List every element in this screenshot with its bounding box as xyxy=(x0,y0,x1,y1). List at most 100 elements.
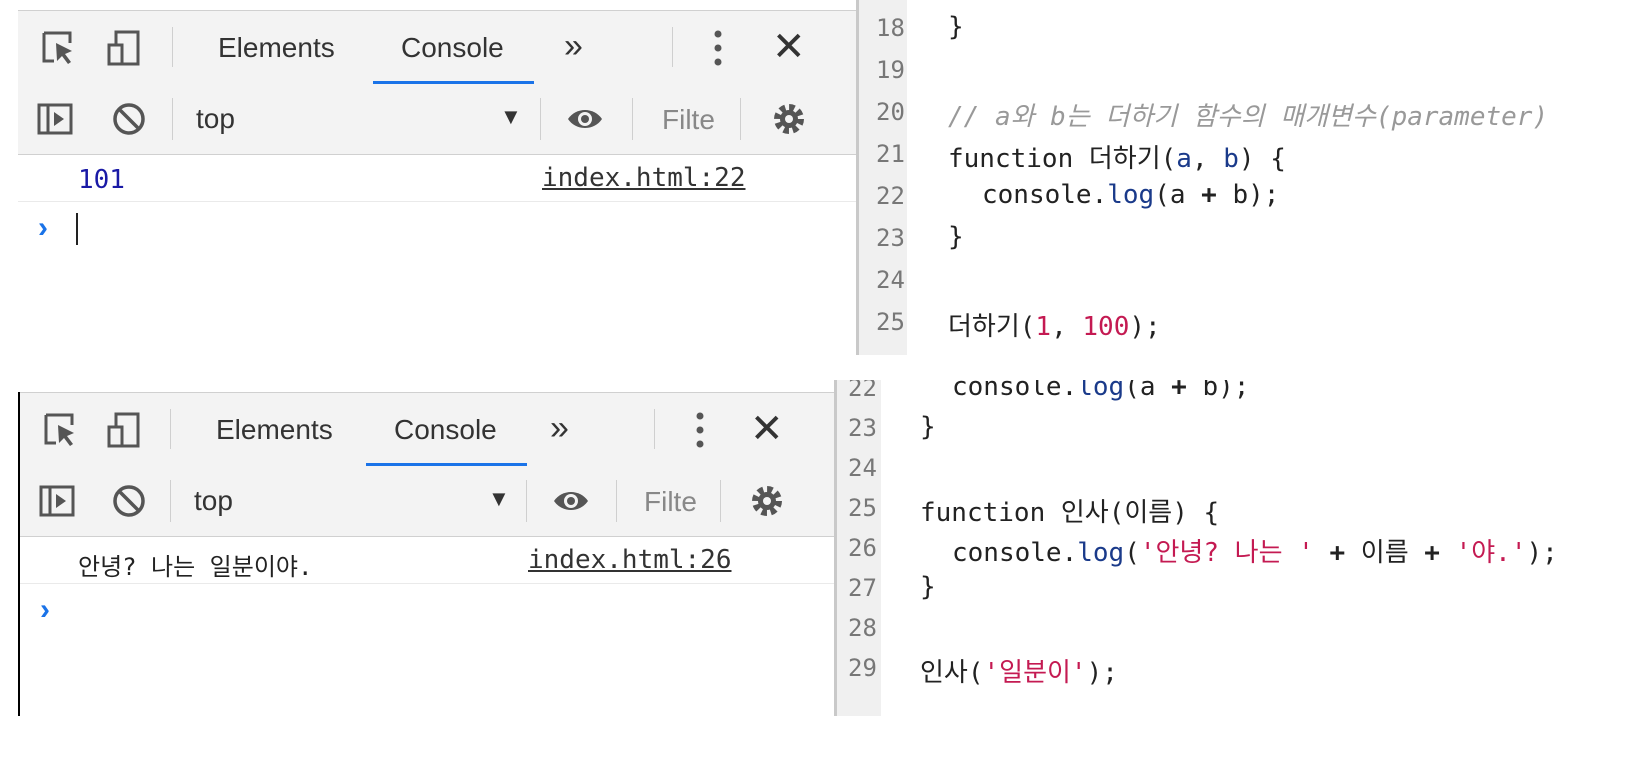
tab-elements[interactable]: Elements xyxy=(218,11,335,84)
live-expression-eye-icon[interactable] xyxy=(566,100,604,138)
code-editor-top: 18 } 19 20 // a와 b는 더하기 함수의 매개변수(paramet… xyxy=(856,0,1626,355)
code-text: console.log(a + b); xyxy=(982,180,1280,210)
code-line: 23 } xyxy=(856,218,1626,260)
dropdown-arrow-icon[interactable]: ▼ xyxy=(500,84,522,154)
clear-console-icon[interactable] xyxy=(110,100,148,138)
code-line: 28 xyxy=(834,608,1626,650)
tab-console[interactable]: Console xyxy=(373,11,534,84)
close-icon[interactable]: ✕ xyxy=(772,25,806,69)
line-number: 23 xyxy=(876,224,905,252)
devtools-tabbar: Elements Console » ✕ xyxy=(20,392,836,467)
divider xyxy=(526,480,527,522)
code-text: } xyxy=(920,412,936,442)
dropdown-arrow-icon[interactable]: ▼ xyxy=(488,466,510,536)
live-expression-eye-icon[interactable] xyxy=(552,482,590,520)
code-line: 19 xyxy=(856,50,1626,92)
code-text: } xyxy=(948,12,964,42)
devtools-panel-top: Elements Console » ✕ top ▼ Filte 101 ind… xyxy=(18,10,856,355)
context-selector[interactable]: top xyxy=(194,466,233,536)
divider xyxy=(654,409,655,449)
line-number: 26 xyxy=(848,534,877,562)
code-text: 인사('일분이'); xyxy=(920,658,1118,688)
line-number: 24 xyxy=(876,266,905,294)
line-number: 21 xyxy=(876,140,905,168)
code-text: console.log('안녕? 나는 ' + 이름 + '야.'); xyxy=(952,538,1558,568)
code-comment: // a와 b는 더하기 함수의 매개변수(parameter) xyxy=(948,102,1549,132)
line-number: 25 xyxy=(876,308,905,336)
console-message: 101 index.html:22 xyxy=(18,155,856,202)
filter-input[interactable]: Filte xyxy=(644,466,697,536)
line-number: 18 xyxy=(876,14,905,42)
divider xyxy=(540,98,541,140)
console-message: 안녕? 나는 일분이야. index.html:26 xyxy=(20,537,836,584)
code-editor-bottom: 22 console.log(a + b); 23 } 24 25 functi… xyxy=(834,380,1626,716)
code-line: 25 더하기(1, 100); xyxy=(856,302,1626,344)
code-text: function 더하기(a, b) { xyxy=(948,144,1286,174)
divider xyxy=(740,98,741,140)
line-number: 24 xyxy=(848,454,877,482)
line-number: 27 xyxy=(848,574,877,602)
context-selector[interactable]: top xyxy=(196,84,235,154)
code-line: 24 xyxy=(856,260,1626,302)
code-line: 25 function 인사(이름) { xyxy=(834,488,1626,530)
inspect-element-icon[interactable] xyxy=(42,411,78,449)
code-line: 21 function 더하기(a, b) { xyxy=(856,134,1626,176)
tab-console[interactable]: Console xyxy=(366,393,527,466)
line-number: 25 xyxy=(848,494,877,522)
code-line: 18 } xyxy=(856,8,1626,50)
tab-console-label: Console xyxy=(394,414,497,445)
code-text: function 인사(이름) { xyxy=(920,498,1220,528)
more-tabs-button[interactable]: » xyxy=(564,11,583,84)
devtools-panel-bottom: Elements Console » ✕ top ▼ Filte 안녕? 나는 … xyxy=(18,392,836,716)
console-prompt-icon[interactable]: › xyxy=(40,593,50,627)
filter-input[interactable]: Filte xyxy=(662,84,715,154)
device-toolbar-icon[interactable] xyxy=(106,29,142,67)
console-output: 안녕? 나는 일분이야. index.html:26 › xyxy=(20,537,836,716)
line-number: 19 xyxy=(876,56,905,84)
code-text: 더하기(1, 100); xyxy=(948,312,1161,342)
code-text: } xyxy=(948,222,964,252)
code-line: 27 } xyxy=(834,568,1626,610)
sidebar-toggle-icon[interactable] xyxy=(36,100,74,138)
more-tabs-button[interactable]: » xyxy=(550,393,569,466)
line-number: 23 xyxy=(848,414,877,442)
console-message-text: 101 xyxy=(78,165,125,195)
close-icon[interactable]: ✕ xyxy=(750,407,784,451)
device-toolbar-icon[interactable] xyxy=(106,411,142,449)
console-toolbar: top ▼ Filte xyxy=(20,466,836,537)
code-line: 26 console.log('안녕? 나는 ' + 이름 + '야.'); xyxy=(834,528,1626,570)
code-text: } xyxy=(920,572,936,602)
devtools-tabbar: Elements Console » ✕ xyxy=(18,10,856,85)
settings-gear-icon[interactable] xyxy=(748,482,786,520)
sidebar-toggle-icon[interactable] xyxy=(38,482,76,520)
code-line: 20 // a와 b는 더하기 함수의 매개변수(parameter) xyxy=(856,92,1626,134)
code-line: 22 console.log(a + b); xyxy=(834,380,1626,410)
console-toolbar: top ▼ Filte xyxy=(18,84,856,155)
line-number: 22 xyxy=(848,380,877,402)
console-source-link[interactable]: index.html:22 xyxy=(542,163,746,193)
line-number: 22 xyxy=(876,182,905,210)
line-number: 28 xyxy=(848,614,877,642)
divider xyxy=(720,480,721,522)
kebab-menu-icon[interactable] xyxy=(694,411,706,449)
settings-gear-icon[interactable] xyxy=(770,100,808,138)
kebab-menu-icon[interactable] xyxy=(712,29,724,67)
divider xyxy=(616,480,617,522)
code-line: 23 } xyxy=(834,408,1626,450)
divider xyxy=(170,409,171,449)
code-line: 24 xyxy=(834,448,1626,490)
inspect-element-icon[interactable] xyxy=(40,29,76,67)
clear-console-icon[interactable] xyxy=(110,482,148,520)
tab-elements[interactable]: Elements xyxy=(216,393,333,466)
tab-console-label: Console xyxy=(401,32,504,63)
console-input-caret[interactable] xyxy=(76,213,78,245)
divider xyxy=(170,480,171,522)
line-number: 20 xyxy=(876,98,905,126)
console-output: 101 index.html:22 › xyxy=(18,155,856,355)
console-prompt-icon: › xyxy=(38,211,48,244)
divider xyxy=(632,98,633,140)
code-line: 22 console.log(a + b); xyxy=(856,176,1626,218)
console-source-link[interactable]: index.html:26 xyxy=(528,545,732,575)
code-line: 29 인사('일분이'); xyxy=(834,648,1626,690)
line-number: 29 xyxy=(848,654,877,682)
